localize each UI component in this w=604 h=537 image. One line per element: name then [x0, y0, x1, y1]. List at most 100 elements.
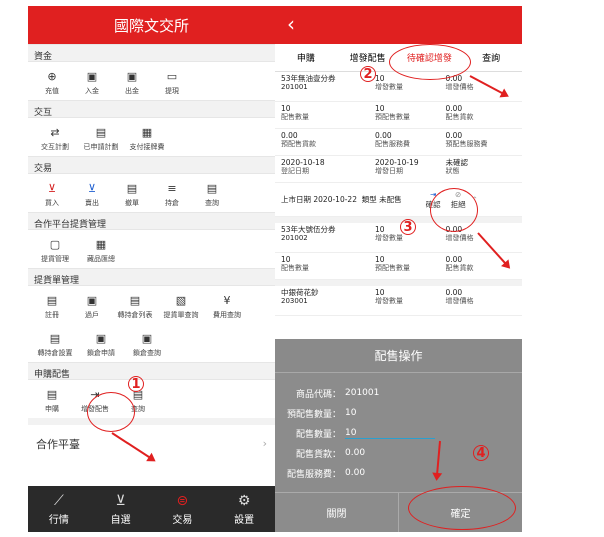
section-header: 申購配售: [28, 362, 275, 380]
annotation-circle: [87, 392, 135, 432]
menu-item-label: 鎖倉申請: [87, 349, 115, 357]
subscribe-icon: ▤: [46, 387, 58, 401]
menu-item[interactable]: ▦ 支付接牌費: [124, 122, 170, 152]
menu-item-label: 過戶: [85, 311, 99, 319]
tab-subscribe[interactable]: 申購: [275, 51, 337, 64]
dialog-line: 預配售數量： 10: [286, 408, 357, 420]
pickup-icon: ▢: [49, 237, 61, 251]
trade-icon: ⊜: [176, 492, 189, 509]
menu-item[interactable]: ⊻ 賣出: [72, 178, 112, 208]
transfer-owner-icon: ▣: [86, 293, 98, 307]
pay-fee-icon: ▦: [141, 125, 153, 139]
menu-grid: ▤ 申購 ⇥ 增發配售 ▤ 查詢: [28, 380, 275, 418]
tab-trade[interactable]: ⊜ 交易: [152, 486, 214, 532]
annotation-circle: [389, 44, 471, 80]
gear-icon: ⚙: [237, 492, 251, 509]
menu-item[interactable]: ▤ 已申請計劃: [78, 122, 124, 152]
menu-grid: ⊕ 充值 ▣ 入金 ▣ 出金 ▭ 提現: [28, 62, 275, 100]
menu-item-label: 轉持倉設置: [37, 349, 73, 357]
menu-item[interactable]: ▤ 申購: [32, 384, 72, 414]
menu-item-label: 申購: [45, 405, 59, 413]
transfer-icon: ⇄: [50, 125, 60, 139]
menu-item-label: 充值: [45, 87, 59, 95]
partner-platform-label: 合作平臺: [36, 437, 80, 451]
menu-item-label: 註冊: [45, 311, 59, 319]
annotation-circle: [430, 188, 478, 232]
section-header: 交易: [28, 156, 275, 174]
menu-item-label: 交互計劃: [41, 143, 69, 151]
menu-item-label: 撤單: [125, 199, 139, 207]
menu-item-label: 轉持倉列表: [117, 311, 153, 319]
deposit-in-icon: ▣: [86, 69, 98, 83]
chart-icon: ⟋: [53, 492, 64, 509]
menu-grid: ⊻ 買入 ⊻ 賣出 ▤ 撤單 ≡ 持倉 ▤ 查詢: [28, 174, 275, 212]
list-item: 10 配售數量 10 預配售數量 0.00 配售貨款: [275, 253, 522, 280]
section-header: 交互: [28, 100, 275, 118]
menu-item[interactable]: ⊕ 充值: [32, 66, 72, 96]
list-item: 0.00 預配售貨款 0.00 配售服務費 0.00 預配售服務費: [275, 129, 522, 156]
menu-item-label: 持倉: [165, 199, 179, 207]
menu-item[interactable]: ▣ 鎖倉查詢: [124, 328, 170, 358]
menu-item[interactable]: ▤ 轉持倉設置: [32, 328, 78, 358]
list-item: 53年大號伍分券 201002 10 增發數量 0.00 增發價格: [275, 223, 522, 253]
menu-item[interactable]: ⊻ 買入: [32, 178, 72, 208]
section-header: 資金: [28, 44, 275, 62]
menu-item[interactable]: ⇄ 交互計劃: [32, 122, 78, 152]
annotation-marker: 2: [360, 66, 376, 82]
menu-item-label: 提貨單查詢: [163, 311, 199, 319]
list-item: 53年無油壹分券 201001 10 增發數量 0.00 增發價格: [275, 72, 522, 102]
menu-item[interactable]: ▤ 註冊: [32, 290, 72, 320]
withdraw-icon: ▣: [126, 69, 138, 83]
header-bar: ‹: [275, 6, 522, 44]
lock-apply-icon: ▣: [95, 331, 107, 345]
register-icon: ▤: [46, 293, 58, 307]
menu-item-label: 鎖倉查詢: [133, 349, 161, 357]
menu-item[interactable]: ▦ 藏品匯總: [78, 234, 124, 264]
chevron-right-icon: ›: [262, 437, 267, 450]
applied-plan-icon: ▤: [95, 125, 107, 139]
tab-settings[interactable]: ⚙ 設置: [213, 486, 275, 532]
menu-item[interactable]: ▤ 撤單: [112, 178, 152, 208]
position-icon: ≡: [167, 181, 177, 195]
query-icon: ▤: [206, 181, 218, 195]
list-item: 上市日期 2020-10-22 類型 未配售 ⇥ 確認 ⊘ 拒絕 ⌃: [275, 183, 522, 217]
annotation-marker: 1: [128, 376, 144, 392]
menu-item[interactable]: ▢ 提貨管理: [32, 234, 78, 264]
tab-market[interactable]: ⟋ 行情: [28, 486, 90, 532]
menu-grid: ⇄ 交互計劃 ▤ 已申請計劃 ▦ 支付接牌費: [28, 118, 275, 156]
menu-item[interactable]: ▭ 提現: [152, 66, 192, 96]
menu-item[interactable]: ▧ 提貨單查詢: [158, 290, 204, 320]
tab-watchlist[interactable]: ⊻ 自選: [90, 486, 152, 532]
menu-item-label: 出金: [125, 87, 139, 95]
list-item: 中銀荷花鈔 203001 10 增發數量 0.00 增發價格: [275, 286, 522, 316]
menu-item[interactable]: ▣ 鎖倉申請: [78, 328, 124, 358]
function-menu: 資金 ⊕ 充值 ▣ 入金 ▣ 出金 ▭ 提現 交互 ⇄ 交互計劃 ▤ 已申請計劃 ▦ 支付接牌費 交易 ⊻ 買入 ⊻ 賣…: [28, 44, 275, 418]
menu-item-label: 支付接牌費: [129, 143, 165, 151]
menu-item[interactable]: ▣ 出金: [112, 66, 152, 96]
menu-item[interactable]: ▣ 過戶: [72, 290, 112, 320]
dialog-line: 配售服務費： 0.00: [286, 468, 366, 480]
menu-item-label: 已申請計劃: [83, 143, 119, 151]
menu-item-label: 賣出: [85, 199, 99, 207]
menu-item-label: 費用查詢: [213, 311, 241, 319]
menu-grid: ▢ 提貨管理 ▦ 藏品匯總: [28, 230, 275, 268]
menu-item[interactable]: ≡ 持倉: [152, 178, 192, 208]
menu-grid: ▤ 註冊 ▣ 過戶 ▤ 轉持倉列表 ▧ 提貨單查詢 ¥ 費用查詢: [28, 286, 275, 324]
section-header: 提貨單管理: [28, 268, 275, 286]
menu-item[interactable]: ▣ 入金: [72, 66, 112, 96]
placement-quantity-input[interactable]: 配售數量： 10: [275, 423, 522, 443]
menu-item[interactable]: ▤ 轉持倉列表: [112, 290, 158, 320]
menu-item[interactable]: ¥ 費用查詢: [204, 290, 250, 320]
annotation-marker: 3: [400, 219, 416, 235]
cash-icon: ▭: [166, 69, 178, 83]
menu-item[interactable]: ▤ 查詢: [192, 178, 232, 208]
list-item: 10 配售數量 10 預配售數量 0.00 配售貨款: [275, 102, 522, 129]
menu-item-label: 提貨管理: [41, 255, 69, 263]
deposit-icon: ⊕: [47, 69, 57, 83]
back-icon[interactable]: ‹: [287, 12, 295, 36]
close-button[interactable]: 關閉: [275, 493, 399, 532]
annotation-circle: [408, 486, 516, 530]
bottom-tab-bar: ⟋ 行情 ⊻ 自選 ⊜ 交易 ⚙ 設置: [28, 486, 275, 532]
fee-query-icon: ¥: [223, 293, 231, 307]
sell-icon: ⊻: [87, 181, 97, 195]
